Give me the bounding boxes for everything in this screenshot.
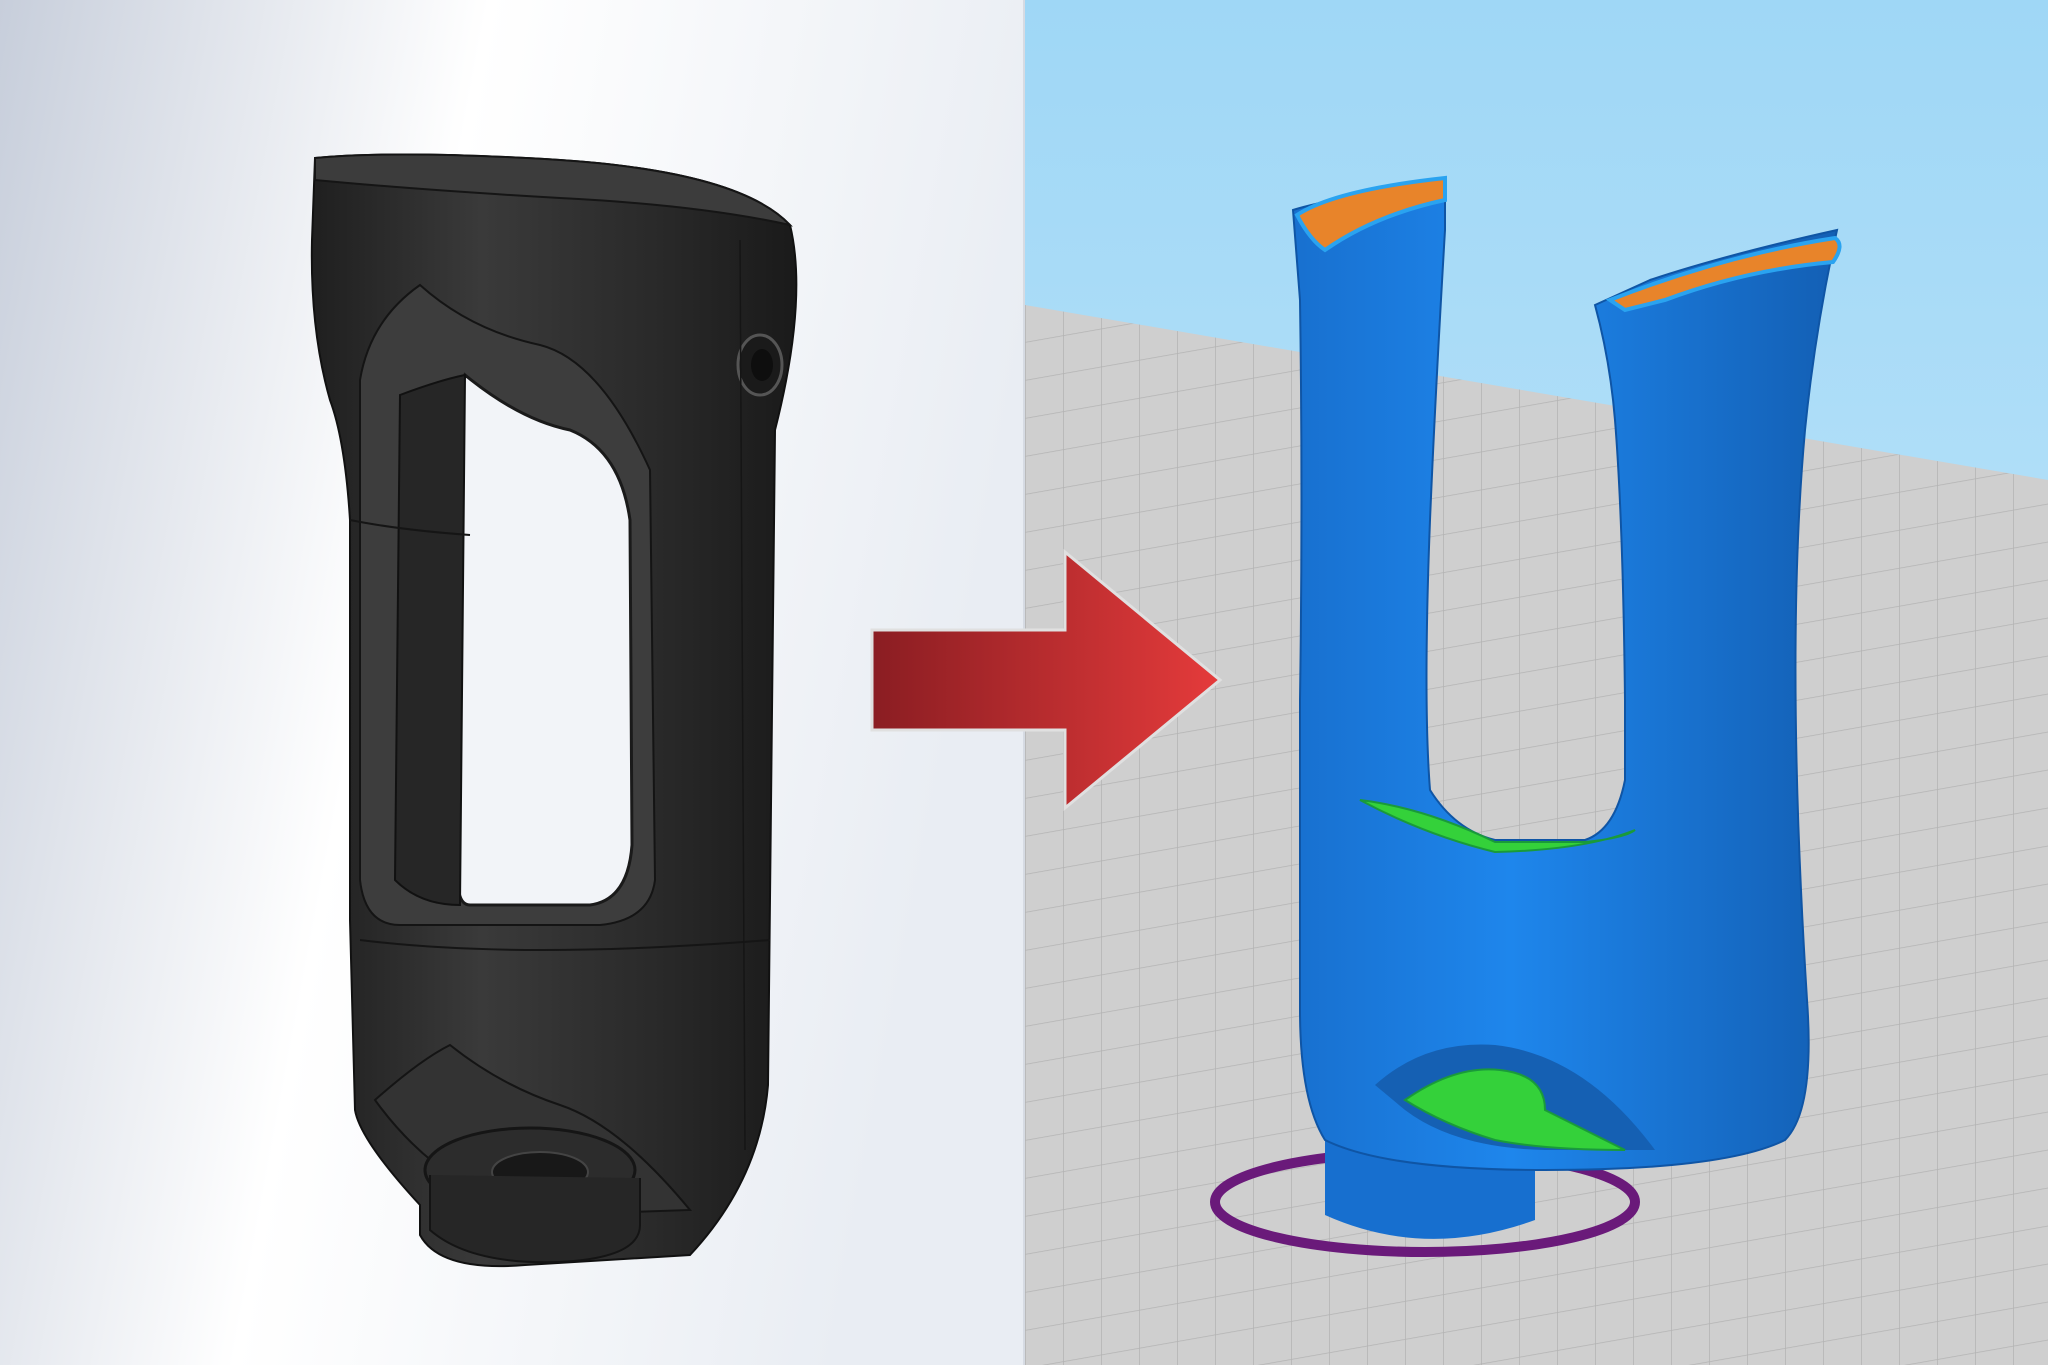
build-plate: [1025, 305, 2048, 1365]
cad-side-hole-inner: [751, 349, 773, 381]
cad-inner-wall: [393, 373, 467, 907]
cad-boss-wall: [429, 1175, 641, 1264]
right-arrow-icon: [860, 540, 1230, 820]
cad-window-opening: [456, 372, 634, 907]
comparison-image: [0, 0, 2048, 1365]
